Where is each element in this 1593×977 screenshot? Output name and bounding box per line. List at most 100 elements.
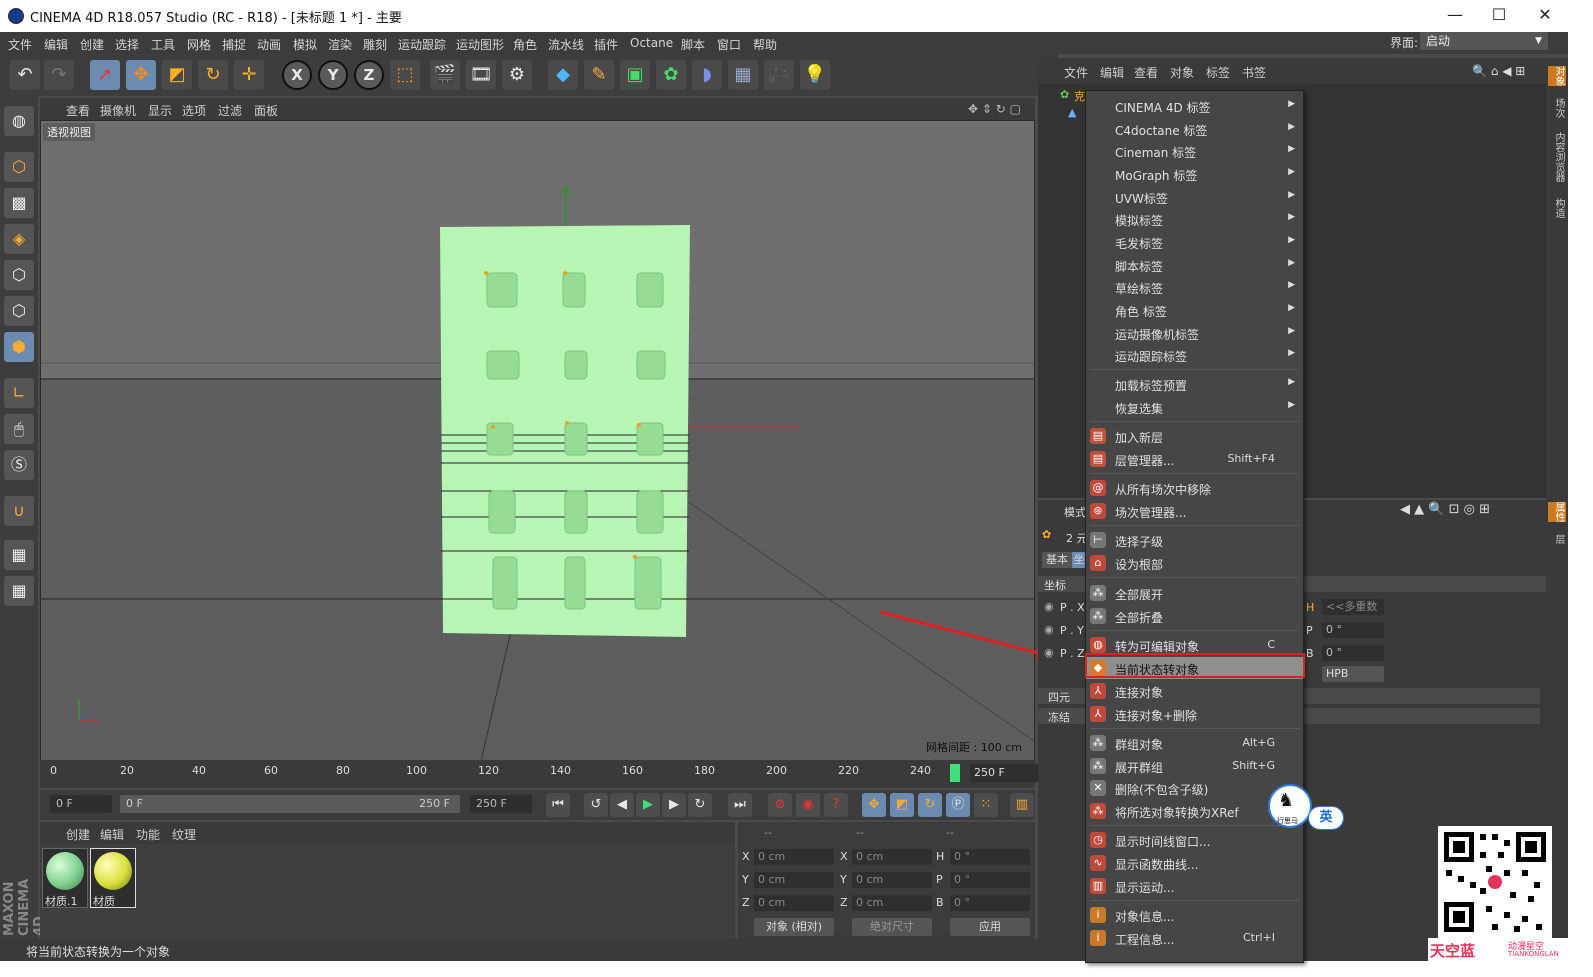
rotation-p-input[interactable]: 0 ° (1322, 622, 1384, 638)
coordinate-system-icon[interactable]: ⬚ (390, 60, 420, 90)
radio-icon[interactable]: ◉ (1044, 646, 1054, 659)
material-menu-function[interactable]: 功能 (136, 826, 160, 843)
menu-item-set-as-root[interactable]: ⌂ 设为根部 (1086, 552, 1303, 574)
edges-mode-icon[interactable]: ⬡ (4, 296, 34, 326)
end-frame-field[interactable]: 250 F (470, 795, 532, 813)
menu-item-layer-manager[interactable]: ▤ 层管理器... Shift+F4 (1086, 448, 1303, 470)
tweak-mode-icon[interactable]: 🖱 (4, 414, 34, 444)
pen-spline-icon[interactable]: ✎ (584, 60, 614, 90)
material-menu-texture[interactable]: 纹理 (172, 826, 196, 843)
om-menu-file[interactable]: 文件 (1064, 64, 1088, 81)
menu-item-select-children[interactable]: ⊢ 选择子级 (1086, 529, 1303, 551)
cloner-icon[interactable]: ✿ (656, 60, 686, 90)
attr-mode-menu[interactable]: 模式 (1064, 504, 1086, 520)
autokey-icon[interactable]: ◉ (796, 793, 820, 817)
camera-icon[interactable]: 🎥 (764, 60, 794, 90)
menu-item-show-fcurves[interactable]: ∿ 显示函数曲线... (1086, 852, 1303, 874)
menu-animate[interactable]: 动画 (257, 36, 281, 53)
transform-tool-icon[interactable]: ✛ (234, 60, 264, 90)
z-axis-toggle[interactable]: Z (354, 60, 384, 90)
menu-item-mograph-tags[interactable]: MoGraph 标签 ▶ (1086, 163, 1303, 185)
cube-icon[interactable]: ◆ (548, 60, 578, 90)
menu-item-hair-tags[interactable]: 毛发标签 ▶ (1086, 231, 1303, 253)
menu-item-restore-selection[interactable]: 恢复选集 ▶ (1086, 396, 1303, 418)
render-view-icon[interactable]: 🎬 (430, 60, 460, 90)
key-scale-icon[interactable]: ◩ (890, 793, 914, 817)
snap-icon[interactable]: ∪ (4, 496, 34, 526)
menu-item-remove-from-takes[interactable]: @ 从所有场次中移除 (1086, 477, 1303, 499)
timeline-playhead[interactable] (950, 764, 960, 782)
model-mode-icon[interactable]: ⬡ (4, 152, 34, 182)
menu-item-character-tags[interactable]: 角色 标签 ▶ (1086, 299, 1303, 321)
go-to-start-icon[interactable]: ⏮ (546, 793, 570, 817)
menu-tools[interactable]: 工具 (151, 36, 175, 53)
tab-coordinates[interactable]: 坐 (1072, 552, 1086, 568)
side-tab-objects[interactable]: 对象 (1548, 66, 1566, 86)
group-quaternion[interactable]: 四元 (1048, 689, 1070, 705)
size-mode-dropdown[interactable]: 绝对尺寸 (852, 918, 932, 936)
om-menu-view[interactable]: 查看 (1134, 64, 1158, 81)
next-key-icon[interactable]: ↻ (688, 793, 712, 817)
menu-select[interactable]: 选择 (115, 36, 139, 53)
rotation-b-field[interactable]: 0 ° (950, 895, 1030, 911)
maximize-button[interactable]: ☐ (1476, 0, 1522, 30)
menu-item-motion-tracker-tags[interactable]: 运动跟踪标签 ▶ (1086, 344, 1303, 366)
timeline-window-icon[interactable]: ▥ (1010, 793, 1034, 817)
menu-item-c4d-tags[interactable]: CINEMA 4D 标签 ▶ (1086, 95, 1303, 117)
make-editable-icon[interactable]: ◍ (4, 106, 34, 136)
next-frame-icon[interactable]: ▶ (662, 793, 686, 817)
menu-item-group-objects[interactable]: ⁂ 群组对象 Alt+G (1086, 732, 1303, 754)
menu-item-project-info[interactable]: i 工程信息... Ctrl+I (1086, 927, 1303, 949)
menu-window[interactable]: 窗口 (717, 36, 741, 53)
rotation-h-field[interactable]: 0 ° (950, 849, 1030, 865)
menu-mesh[interactable]: 网格 (187, 36, 211, 53)
side-tab-attributes[interactable]: 属性 (1548, 502, 1566, 522)
solo-icon[interactable]: Ⓢ (4, 450, 34, 480)
menu-item-script-tags[interactable]: 脚本标签 ▶ (1086, 254, 1303, 276)
menu-item-sketch-tags[interactable]: 草绘标签 ▶ (1086, 276, 1303, 298)
apply-button[interactable]: 应用 (950, 918, 1030, 936)
menu-item-cineman-tags[interactable]: Cineman 标签 ▶ (1086, 140, 1303, 162)
menu-item-simulation-tags[interactable]: 模拟标签 ▶ (1086, 208, 1303, 230)
menu-motion-tracker[interactable]: 运动跟踪 (398, 36, 446, 53)
texture-mode-icon[interactable]: ▩ (4, 188, 34, 218)
menu-item-motion-camera-tags[interactable]: 运动摄像机标签 ▶ (1086, 322, 1303, 344)
menu-item-uvw-tags[interactable]: UVW标签 ▶ (1086, 186, 1303, 208)
workplane-lock-icon[interactable]: ▦ (4, 540, 34, 570)
radio-icon[interactable]: ◉ (1044, 600, 1054, 613)
viewport-menu-options[interactable]: 选项 (182, 102, 206, 119)
size-y-field[interactable]: 0 cm (852, 872, 932, 888)
menu-item-c4doctane-tags[interactable]: C4doctane 标签 ▶ (1086, 118, 1303, 140)
object-name[interactable]: 克 (1074, 88, 1085, 104)
subdivision-icon[interactable]: ▣ (620, 60, 650, 90)
start-frame-field[interactable]: 0 F (50, 795, 112, 813)
rotate-tool-icon[interactable]: ↻ (198, 60, 228, 90)
x-axis-toggle[interactable]: X (282, 60, 312, 90)
previous-key-icon[interactable]: ↺ (584, 793, 608, 817)
rotation-p-field[interactable]: 0 ° (950, 872, 1030, 888)
select-tool-icon[interactable]: ➚ (90, 60, 120, 90)
om-menu-edit[interactable]: 编辑 (1100, 64, 1124, 81)
scale-tool-icon[interactable]: ◩ (162, 60, 192, 90)
menu-snap[interactable]: 捕捉 (222, 36, 246, 53)
key-rotation-icon[interactable]: ↻ (918, 793, 942, 817)
menu-item-expand-all[interactable]: ⁂ 全部展开 (1086, 582, 1303, 604)
minimize-button[interactable]: — (1432, 0, 1478, 30)
timeline-ruler[interactable]: 0 20 40 60 80 100 120 140 160 180 200 22… (40, 760, 1040, 788)
keyframe-selection-icon[interactable]: ? (824, 793, 848, 817)
side-tab-takes[interactable]: 场次 (1548, 98, 1566, 118)
render-settings-icon[interactable]: ⚙ (502, 60, 532, 90)
key-param-icon[interactable]: Ⓟ (946, 793, 970, 817)
om-search-icon[interactable]: 🔍 ⌂ ◀ ⊞ (1472, 64, 1525, 78)
attr-nav-icons[interactable]: ◀ ▲ 🔍 ⊡ ◎ ⊞ (1400, 502, 1490, 517)
viewport-menu-camera[interactable]: 摄像机 (100, 102, 136, 119)
viewport-menu-view[interactable]: 查看 (66, 102, 90, 119)
deformer-icon[interactable]: ◗ (692, 60, 722, 90)
menu-item-add-new-layer[interactable]: ▤ 加入新层 (1086, 425, 1303, 447)
viewport-menu-display[interactable]: 显示 (148, 102, 172, 119)
key-position-icon[interactable]: ✥ (862, 793, 886, 817)
go-to-end-icon[interactable]: ⏭ (728, 793, 752, 817)
om-menu-tags[interactable]: 标签 (1206, 64, 1230, 81)
group-freeze[interactable]: 冻结 (1048, 709, 1070, 725)
om-menu-objects[interactable]: 对象 (1170, 64, 1194, 81)
